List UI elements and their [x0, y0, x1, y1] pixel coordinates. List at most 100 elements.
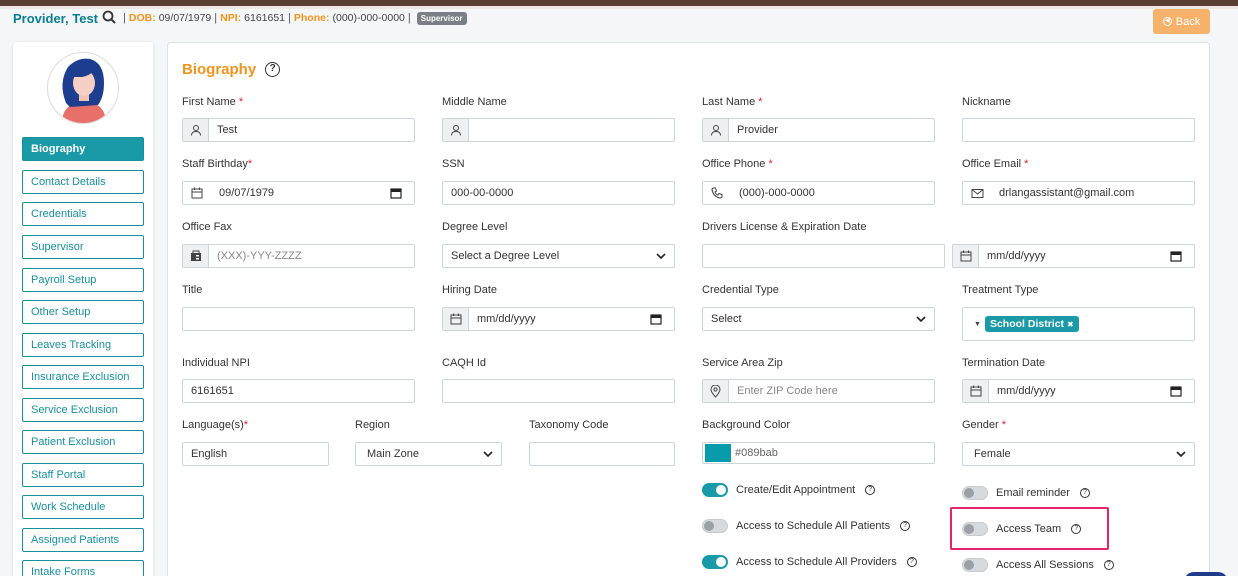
degree-level-label: Degree Level: [442, 221, 508, 233]
access-all-sessions-toggle[interactable]: [962, 558, 988, 572]
schedule-all-patients-toggle[interactable]: [702, 519, 728, 533]
fax-icon: [183, 245, 209, 267]
languages-field[interactable]: English: [182, 442, 329, 466]
individual-npi-field[interactable]: 6161651: [182, 379, 415, 403]
search-icon[interactable]: [102, 10, 116, 27]
region-select[interactable]: Main Zone: [355, 442, 502, 466]
credential-type-select[interactable]: Select: [702, 307, 935, 331]
sidebar-item-label: Service Exclusion: [31, 404, 118, 416]
middle-name-label: Middle Name: [442, 96, 507, 108]
last-name-value: Provider: [737, 124, 778, 136]
credential-type-label: Credential Type: [702, 284, 779, 296]
help-icon[interactable]: ?: [865, 485, 876, 495]
section-title-text: Biography: [182, 61, 257, 78]
sidebar-item-contact-details[interactable]: Contact Details: [22, 170, 144, 194]
degree-level-value: Select a Degree Level: [451, 250, 560, 262]
section-title: Biography ?: [182, 61, 281, 78]
region-label: Region: [355, 419, 390, 431]
last-name-field[interactable]: Provider: [702, 118, 935, 142]
gender-label: Gender *: [962, 419, 1007, 431]
sidebar-item-staff-portal[interactable]: Staff Portal: [22, 463, 144, 487]
first-name-value: Test: [217, 124, 238, 136]
toggle-label: Create/Edit Appointment: [736, 484, 856, 496]
person-icon: [183, 119, 209, 141]
drivers-license-label: Drivers License & Expiration Date: [702, 221, 867, 233]
toggle-label: Email reminder: [996, 487, 1070, 499]
hiring-date-label: Hiring Date: [442, 284, 498, 296]
help-icon[interactable]: ?: [1103, 560, 1114, 570]
sidebar-item-supervisor[interactable]: Supervisor: [22, 235, 144, 259]
chip-remove-icon[interactable]: ✖: [1067, 320, 1074, 329]
dob-label: DOB:: [128, 12, 156, 24]
sidebar-item-insurance-exclusion[interactable]: Insurance Exclusion: [22, 365, 144, 389]
license-expiration-date-field[interactable]: mm/dd/yyyy: [952, 244, 1195, 268]
sidebar-item-other-setup[interactable]: Other Setup: [22, 300, 144, 324]
background-color-field[interactable]: #089bab: [702, 442, 935, 464]
sidebar-item-work-schedule[interactable]: Work Schedule: [22, 495, 144, 519]
role-badge: Supervisor: [416, 11, 467, 25]
staff-birthday-field[interactable]: 09/07/1979: [182, 181, 415, 205]
nickname-field[interactable]: [962, 118, 1195, 142]
help-icon[interactable]: ?: [265, 62, 281, 77]
sidebar-item-leaves-tracking[interactable]: Leaves Tracking: [22, 333, 144, 357]
date-picker-icon[interactable]: [390, 187, 406, 199]
title-field[interactable]: [182, 307, 415, 331]
location-pin-icon: [703, 380, 729, 402]
first-name-field[interactable]: Test: [182, 118, 415, 142]
gender-value: Female: [974, 448, 1011, 460]
profile-sidebar: Biography Contact Details Credentials Su…: [13, 42, 153, 576]
provider-name: Provider, Test: [13, 10, 99, 26]
help-icon[interactable]: ?: [900, 521, 911, 531]
termination-date-label: Termination Date: [962, 357, 1046, 369]
drivers-license-field[interactable]: [702, 244, 945, 268]
taxonomy-code-field[interactable]: [529, 442, 675, 466]
chat-widget[interactable]: [1184, 572, 1228, 576]
sidebar-item-biography[interactable]: Biography: [22, 137, 144, 161]
termination-date-placeholder: mm/dd/yyyy: [997, 385, 1056, 397]
sidebar-item-service-exclusion[interactable]: Service Exclusion: [22, 398, 144, 422]
sidebar-item-label: Biography: [31, 143, 86, 155]
treatment-type-multiselect[interactable]: ▼ School District ✖: [962, 307, 1195, 341]
help-icon[interactable]: ?: [1079, 488, 1090, 498]
date-picker-icon[interactable]: [1170, 385, 1186, 397]
sidebar-item-label: Patient Exclusion: [31, 436, 116, 448]
sidebar-item-credentials[interactable]: Credentials: [22, 202, 144, 226]
sidebar-item-label: Supervisor: [31, 241, 84, 253]
sidebar-item-payroll-setup[interactable]: Payroll Setup: [22, 268, 144, 292]
sidebar-item-intake-forms[interactable]: Intake Forms: [22, 560, 144, 576]
color-swatch[interactable]: [705, 444, 731, 462]
languages-label: Language(s)*: [182, 419, 249, 431]
office-email-field[interactable]: drlangassistant@gmail.com: [962, 181, 1195, 205]
sidebar-item-assigned-patients[interactable]: Assigned Patients: [22, 528, 144, 552]
toggle-label: Access to Schedule All Patients: [736, 520, 891, 532]
degree-level-select[interactable]: Select a Degree Level: [442, 244, 675, 268]
date-picker-icon[interactable]: [650, 313, 666, 325]
back-button[interactable]: ◀ Back: [1153, 9, 1210, 34]
office-fax-field[interactable]: (XXX)-YYY-ZZZZ: [182, 244, 415, 268]
phone-label: Phone:: [293, 12, 330, 24]
schedule-all-providers-toggle[interactable]: [702, 555, 728, 569]
middle-name-field[interactable]: [442, 118, 675, 142]
ssn-value: 000-00-0000: [451, 187, 514, 199]
service-area-zip-field[interactable]: Enter ZIP Code here: [702, 379, 935, 403]
ssn-field[interactable]: 000-00-0000: [442, 181, 675, 205]
date-picker-icon[interactable]: [1170, 250, 1186, 262]
schedule-all-providers-toggle-row: Access to Schedule All Providers ?: [702, 555, 917, 569]
create-edit-appointment-toggle[interactable]: [702, 483, 728, 497]
npi-value: 6161651: [244, 12, 286, 24]
toggle-label: Access to Schedule All Providers: [736, 556, 897, 568]
schedule-all-patients-toggle-row: Access to Schedule All Patients ?: [702, 519, 911, 533]
gender-select[interactable]: Female: [962, 442, 1195, 466]
hiring-date-field[interactable]: mm/dd/yyyy: [442, 307, 675, 331]
caqh-id-field[interactable]: [442, 379, 675, 403]
email-reminder-toggle[interactable]: [962, 486, 988, 500]
first-name-label: First Name *: [182, 96, 244, 108]
help-icon[interactable]: ?: [906, 557, 917, 567]
termination-date-field[interactable]: mm/dd/yyyy: [962, 379, 1195, 403]
sidebar-item-label: Work Schedule: [31, 501, 106, 513]
title-label: Title: [182, 284, 203, 296]
phone-icon: [703, 182, 731, 204]
office-email-value: drlangassistant@gmail.com: [999, 187, 1135, 199]
office-phone-field[interactable]: (000)-000-0000: [702, 181, 935, 205]
sidebar-item-patient-exclusion[interactable]: Patient Exclusion: [22, 430, 144, 454]
